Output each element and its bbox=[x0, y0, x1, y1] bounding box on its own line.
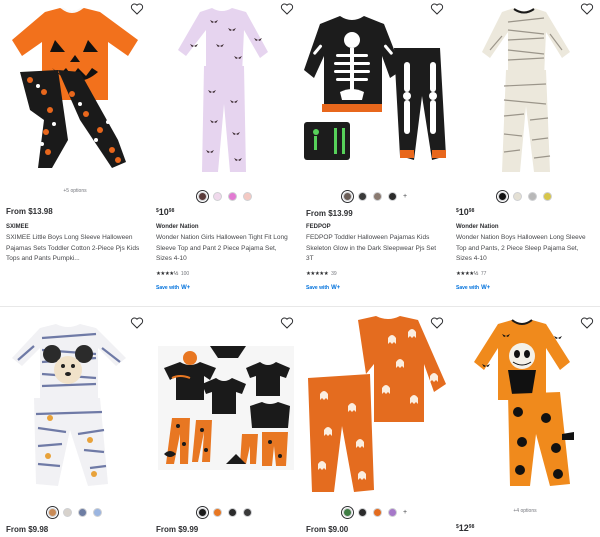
color-swatches: + bbox=[300, 192, 450, 201]
save-with-walmart-plus[interactable]: Save with W+ bbox=[456, 285, 490, 291]
brand-name: FEDPOP bbox=[306, 224, 331, 230]
rating: ★★★★½ 100 bbox=[156, 271, 189, 277]
jack-skellington-pajama-image bbox=[474, 319, 574, 486]
price: $1098 bbox=[156, 207, 175, 217]
product-card-fedpop[interactable]: + From $13.99 FEDPOP FEDPOP Toddler Hall… bbox=[300, 0, 450, 300]
price: $1298 bbox=[456, 523, 475, 533]
product-card-sximee[interactable]: +5 options From $13.98 SXIMEE SXIMEE Lit… bbox=[0, 0, 150, 300]
product-title[interactable]: SXIMEE Little Boys Long Sleeve Halloween… bbox=[6, 233, 144, 265]
review-count: 39 bbox=[331, 271, 337, 277]
color-swatch[interactable] bbox=[198, 192, 207, 201]
product-card-wonder-nation-boys[interactable]: $1098 Wonder Nation Wonder Nation Boys H… bbox=[450, 0, 600, 300]
color-swatches bbox=[150, 508, 300, 517]
options-count[interactable]: +5 options bbox=[0, 188, 150, 194]
product-image[interactable] bbox=[0, 314, 150, 494]
mummy-mouse-pajama-image bbox=[12, 324, 126, 486]
save-with-walmart-plus[interactable]: Save with W+ bbox=[156, 285, 190, 291]
color-swatch[interactable] bbox=[387, 192, 397, 201]
color-swatch[interactable] bbox=[243, 508, 252, 517]
walmart-plus-icon: W+ bbox=[481, 285, 491, 291]
color-swatch[interactable] bbox=[498, 192, 507, 201]
favorite-heart-icon[interactable] bbox=[580, 316, 594, 330]
brand-name: Wonder Nation bbox=[456, 224, 499, 230]
product-image[interactable] bbox=[300, 314, 450, 494]
save-with-walmart-plus[interactable]: Save with W+ bbox=[306, 285, 340, 291]
color-swatch[interactable] bbox=[387, 508, 397, 517]
family-halloween-pajama-image bbox=[158, 346, 294, 470]
product-card-wonder-nation-girls[interactable]: $1098 Wonder Nation Wonder Nation Girls … bbox=[150, 0, 300, 300]
product-title[interactable]: Wonder Nation Girls Halloween Tight Fit … bbox=[156, 233, 294, 265]
pumpkin-pajama-image bbox=[12, 7, 138, 168]
color-swatch[interactable] bbox=[513, 192, 522, 201]
star-rating-icon: ★★★★½ bbox=[156, 271, 178, 277]
product-card-jack-skellington[interactable]: +4 options $1298 bbox=[450, 314, 600, 537]
price: $1098 bbox=[456, 207, 475, 217]
color-swatches bbox=[150, 192, 300, 201]
color-swatch[interactable] bbox=[48, 508, 57, 517]
row-divider bbox=[0, 306, 600, 307]
favorite-heart-icon[interactable] bbox=[430, 316, 444, 330]
price: From $13.98 bbox=[6, 207, 53, 216]
product-card-orange-ghost[interactable]: + From $9.00 bbox=[300, 314, 450, 537]
color-swatch[interactable] bbox=[528, 192, 537, 201]
color-swatch[interactable] bbox=[213, 508, 222, 517]
product-image[interactable] bbox=[450, 314, 600, 494]
color-swatches: + bbox=[300, 508, 450, 517]
more-colors-plus[interactable]: + bbox=[403, 508, 407, 517]
options-count[interactable]: +4 options bbox=[450, 508, 600, 514]
favorite-heart-icon[interactable] bbox=[430, 2, 444, 16]
color-swatches bbox=[450, 192, 600, 201]
color-swatches bbox=[0, 508, 150, 517]
color-swatch[interactable] bbox=[63, 508, 72, 517]
walmart-plus-icon: W+ bbox=[181, 285, 191, 291]
color-swatch[interactable] bbox=[357, 192, 367, 201]
favorite-heart-icon[interactable] bbox=[130, 316, 144, 330]
walmart-plus-icon: W+ bbox=[331, 285, 341, 291]
favorite-heart-icon[interactable] bbox=[580, 2, 594, 16]
star-rating-icon: ★★★★★ bbox=[306, 271, 329, 277]
color-swatch[interactable] bbox=[372, 192, 382, 201]
rating: ★★★★½ 77 bbox=[456, 271, 486, 277]
review-count: 100 bbox=[180, 271, 190, 277]
color-swatch[interactable] bbox=[93, 508, 102, 517]
color-swatch[interactable] bbox=[228, 192, 237, 201]
color-swatch[interactable] bbox=[342, 192, 352, 201]
color-swatch[interactable] bbox=[543, 192, 552, 201]
price: From $9.00 bbox=[306, 525, 349, 534]
brand-name: Wonder Nation bbox=[156, 224, 199, 230]
color-swatch[interactable] bbox=[198, 508, 207, 517]
color-swatch[interactable] bbox=[372, 508, 382, 517]
review-count: 77 bbox=[480, 271, 487, 277]
favorite-heart-icon[interactable] bbox=[130, 2, 144, 16]
product-image[interactable] bbox=[150, 314, 300, 494]
favorite-heart-icon[interactable] bbox=[280, 2, 294, 16]
mummy-pajama-image bbox=[482, 8, 570, 172]
product-image[interactable] bbox=[150, 0, 300, 180]
skeleton-pajama-image bbox=[304, 16, 446, 160]
product-image[interactable] bbox=[450, 0, 600, 180]
lavender-bat-pajama-image bbox=[178, 8, 268, 172]
color-swatch[interactable] bbox=[357, 508, 367, 517]
product-image[interactable] bbox=[0, 0, 150, 180]
product-title[interactable]: FEDPOP Toddler Halloween Pajamas Kids Sk… bbox=[306, 233, 444, 265]
color-swatch[interactable] bbox=[243, 192, 252, 201]
product-card-mummy-mouse[interactable]: From $9.98 bbox=[0, 314, 150, 537]
more-colors-plus[interactable]: + bbox=[403, 192, 407, 201]
product-title[interactable]: Wonder Nation Boys Halloween Long Sleeve… bbox=[456, 233, 594, 265]
color-swatch[interactable] bbox=[213, 192, 222, 201]
favorite-heart-icon[interactable] bbox=[280, 316, 294, 330]
brand-name: SXIMEE bbox=[6, 224, 29, 230]
color-swatch[interactable] bbox=[228, 508, 237, 517]
price: From $13.99 bbox=[306, 209, 353, 218]
price: From $9.98 bbox=[6, 525, 49, 534]
orange-ghost-pajama-image bbox=[308, 316, 446, 492]
star-rating-icon: ★★★★½ bbox=[456, 271, 478, 277]
color-swatch[interactable] bbox=[78, 508, 87, 517]
color-swatch[interactable] bbox=[342, 508, 352, 517]
product-image[interactable] bbox=[300, 0, 450, 180]
price: From $9.99 bbox=[156, 525, 199, 534]
rating: ★★★★★ 39 bbox=[306, 271, 337, 277]
product-card-family-halloween[interactable]: From $9.99 bbox=[150, 314, 300, 537]
